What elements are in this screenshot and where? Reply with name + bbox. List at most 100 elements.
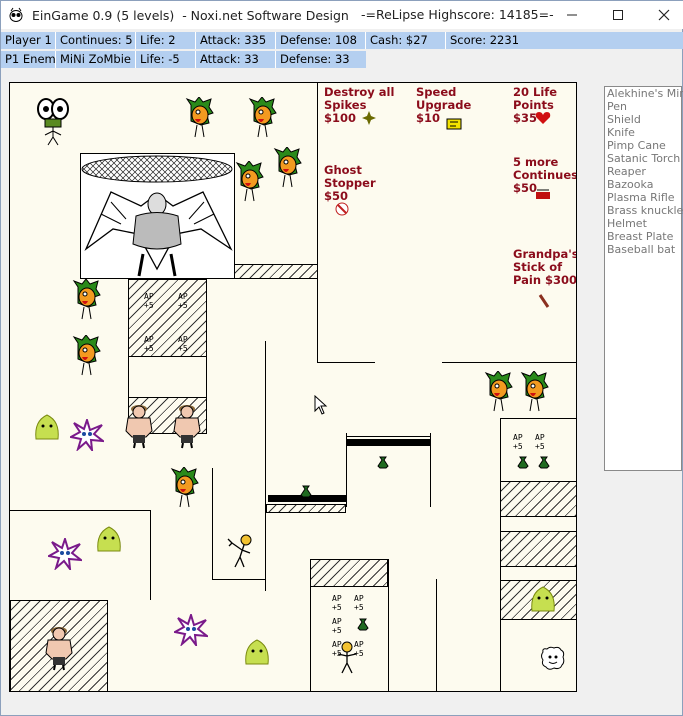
inventory-item[interactable]: Satanic Torch — [605, 152, 681, 165]
ap-pickup: AP +5 — [513, 433, 523, 451]
wall — [150, 510, 151, 600]
inventory-item[interactable]: Alekhine's Mind — [605, 87, 683, 100]
spike-icon — [362, 111, 376, 125]
ap-label: AP — [332, 594, 342, 603]
inventory-item[interactable]: Brass knuckles — [605, 204, 683, 217]
zombie-enemy-icon — [520, 371, 549, 412]
ap-pickup: AP +5 — [332, 617, 342, 635]
inventory-item[interactable]: Bazooka — [605, 178, 681, 191]
zombie-enemy-icon — [235, 161, 264, 202]
ap-pickup: AP +5 — [332, 594, 342, 612]
enemy-name: MiNi ZoMbie — [56, 51, 136, 68]
zombie-enemy-icon — [72, 279, 101, 320]
winged-demon-icon — [81, 155, 233, 277]
spike-block — [310, 559, 388, 587]
inventory-item[interactable]: Breast Plate — [605, 230, 681, 243]
inventory-item[interactable]: Pimp Cane — [605, 139, 681, 152]
shop-item-price: Pain $300 — [513, 273, 577, 287]
spike-enemy-icon — [70, 419, 104, 451]
ap-label: AP — [354, 594, 364, 603]
brute-enemy-icon — [173, 405, 201, 449]
ap-value: +5 — [535, 442, 545, 451]
enemy-attack: Attack: 33 — [196, 51, 276, 68]
ap-value: +5 — [513, 442, 523, 451]
slime-ghost-icon — [245, 639, 269, 665]
enemy-status-bar: P1 Enemy MiNi ZoMbie Life: -5 Attack: 33… — [1, 51, 683, 69]
spike-block — [500, 531, 576, 567]
score-value: Score: 2231 — [446, 32, 683, 49]
player-status-bar: Player 1 Continues: 5 Life: 2 Attack: 33… — [1, 32, 683, 50]
wall — [388, 559, 389, 691]
enemy-label: P1 Enemy — [1, 51, 56, 68]
inventory-item[interactable]: Helmet — [605, 217, 681, 230]
shop-item-ghost-stopper[interactable]: Ghost Stopper $50 — [324, 164, 376, 203]
spike-block — [233, 264, 318, 279]
ap-pickup: AP +5 — [178, 335, 188, 353]
inventory-item[interactable]: Baseball bat — [605, 243, 681, 256]
game-board[interactable]: Destroy all Spikes $100 Speed Upgrade $10 20… — [9, 82, 577, 692]
zombie-enemy-icon — [72, 335, 101, 376]
inventory-item[interactable]: Reaper — [605, 165, 681, 178]
ap-label: AP — [535, 433, 545, 442]
game-window: EinGame 0.9 (5 levels) - Noxi.net Softwa… — [0, 0, 683, 716]
ap-pickup: AP +5 — [178, 292, 188, 310]
money-bag-icon — [377, 456, 389, 469]
maximize-button[interactable] — [595, 1, 641, 29]
ap-label: AP — [513, 433, 523, 442]
player-character-icon[interactable] — [226, 533, 256, 571]
wall — [265, 341, 266, 591]
platform-bar — [346, 439, 430, 446]
white-ghost-icon — [541, 646, 565, 670]
cash-value: Cash: $27 — [366, 32, 446, 49]
shop-item-grandpas-stick[interactable]: Grandpa's Stick of Pain $300 — [513, 248, 577, 287]
ap-label: AP — [178, 335, 188, 344]
shop-item-speed-upgrade[interactable]: Speed Upgrade $10 — [416, 86, 471, 125]
zombie-enemy-icon — [170, 467, 199, 508]
continues-value: Continues: 5 — [56, 32, 136, 49]
wall — [436, 579, 437, 691]
money-bag-icon — [357, 618, 369, 631]
brute-enemy-icon — [45, 627, 73, 671]
shop-item-destroy-spikes[interactable]: Destroy all Spikes $100 — [324, 86, 394, 125]
wall — [442, 362, 576, 363]
wall — [212, 579, 266, 580]
close-icon — [658, 9, 670, 21]
spike-block — [128, 279, 207, 357]
inventory-item[interactable]: Pen — [605, 100, 681, 113]
continue-icon — [536, 189, 550, 199]
ap-pickup: AP +5 — [535, 433, 545, 451]
spike-enemy-icon — [174, 614, 208, 646]
heart-icon — [535, 112, 551, 124]
slime-ghost-icon — [35, 414, 59, 440]
zombie-enemy-icon — [484, 371, 513, 412]
maximize-icon — [613, 10, 623, 20]
ap-label: AP — [178, 292, 188, 301]
mouse-cursor-icon — [314, 395, 328, 415]
spike-block — [266, 504, 346, 513]
close-button[interactable] — [641, 1, 683, 29]
enemy-defense: Defense: 33 — [276, 51, 366, 68]
inventory-item[interactable]: Shield — [605, 113, 681, 126]
ap-value: +5 — [332, 626, 342, 635]
wall — [346, 436, 430, 437]
minimize-icon — [567, 14, 577, 16]
spike-block — [500, 481, 576, 517]
shop-item-price: $50 — [324, 189, 349, 203]
ap-value: +5 — [144, 344, 154, 353]
inventory-item[interactable]: Plasma Rifle — [605, 191, 681, 204]
minimize-button[interactable] — [549, 1, 595, 29]
ap-value: +5 — [178, 301, 188, 310]
spike-enemy-icon — [48, 538, 82, 570]
inventory-item[interactable]: Knife — [605, 126, 681, 139]
player-name: Player 1 — [1, 32, 56, 49]
ap-value: +5 — [178, 344, 188, 353]
inventory-list[interactable]: Alekhine's Mind Pen Shield Knife Pimp Ca… — [604, 86, 683, 471]
ap-pickup: AP +5 — [144, 335, 154, 353]
ap-pickup: AP +5 — [144, 292, 154, 310]
brute-enemy-icon — [125, 405, 153, 449]
ap-value: +5 — [354, 603, 364, 612]
ap-value: +5 — [144, 301, 154, 310]
ap-value: +5 — [332, 603, 342, 612]
wall — [430, 433, 431, 507]
window-title: EinGame 0.9 (5 levels) - Noxi.net Softwa… — [32, 7, 349, 23]
